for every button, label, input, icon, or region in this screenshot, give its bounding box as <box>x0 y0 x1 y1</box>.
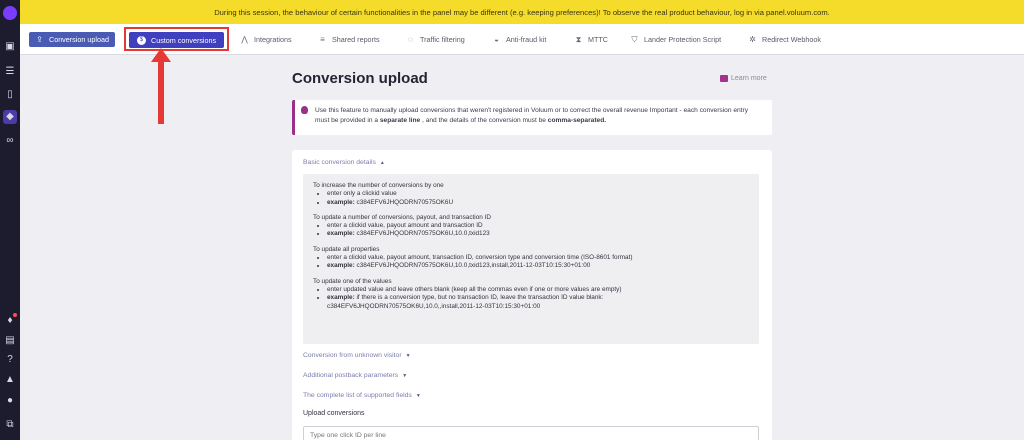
detail-bullet: example: c384EFV6JHQODRN70575OK6U,10.0,t… <box>327 262 749 270</box>
bullet-label: example: <box>327 198 355 206</box>
postback-params-toggle[interactable]: Additional postback parameters ▼ <box>303 372 407 379</box>
basic-details-box: To increase the number of conversions by… <box>303 174 759 344</box>
detail-bullet: example: c384EFV6JHQODRN70575OK6U <box>327 199 749 207</box>
dashboard-icon[interactable]: ▣ <box>3 40 17 54</box>
tab-label: Lander Protection Script <box>644 35 722 44</box>
unknown-visitor-toggle[interactable]: Conversion from unknown visitor ▼ <box>303 352 411 359</box>
link-icon[interactable]: ∞ <box>3 134 17 148</box>
bullet-text: enter only a clickid value <box>327 190 397 198</box>
learn-more-label: Learn more <box>731 75 767 82</box>
section-label: Conversion from unknown visitor <box>303 352 402 359</box>
bullet-text: c384EFV6JHQODRN70575OK6U,10.0,txid123 <box>354 230 490 238</box>
bullet-label: example: <box>327 230 355 238</box>
webhook-icon: ✲ <box>749 35 756 44</box>
detail-group: To update one of the values enter update… <box>313 278 749 311</box>
bullet-text: c384EFV6JHQODRN70575OK6U <box>354 198 454 206</box>
detail-bullet: enter a clickid value, payout amount and… <box>327 222 749 230</box>
book-icon <box>720 75 728 82</box>
detail-heading: To update a number of conversions, payou… <box>313 213 491 221</box>
bullet-label: example: <box>327 294 355 302</box>
bullet-text: enter updated value and leave others bla… <box>327 285 622 293</box>
tab-label: Traffic filtering <box>420 35 465 44</box>
lightbulb-icon <box>301 106 308 114</box>
hourglass-icon: ⧗ <box>575 35 582 44</box>
bullet-text: c384EFV6JHQODRN70575OK6U,10.0,txid123,in… <box>354 262 591 270</box>
upload-conversions-input[interactable] <box>303 426 759 440</box>
help-icon[interactable]: ? <box>3 353 17 367</box>
share-icon: ⋀ <box>241 35 248 44</box>
tab-shared-reports[interactable]: ≡ Shared reports <box>318 32 380 47</box>
detail-heading: To update all properties <box>313 245 380 253</box>
chat-icon[interactable]: ▤ <box>3 334 17 348</box>
bullet-label: example: <box>327 262 355 270</box>
detail-heading: To increase the number of conversions by… <box>313 182 444 189</box>
tab-label: MTTC <box>588 35 608 44</box>
detail-group: To update all properties enter a clickid… <box>313 246 749 271</box>
tab-conversion-upload[interactable]: ⇪ Conversion upload <box>29 32 115 47</box>
shield-icon: ⛉ <box>631 35 638 44</box>
chevron-down-icon: ▼ <box>402 372 408 379</box>
page-title: Conversion upload <box>292 70 428 87</box>
reports-icon[interactable]: ☰ <box>3 65 17 79</box>
tab-label: Shared reports <box>332 35 380 44</box>
bookmark-icon[interactable]: ▯ <box>3 88 17 102</box>
detail-bullet: example: if there is a conversion type, … <box>327 294 749 311</box>
filter-icon: ◌ <box>408 35 413 44</box>
app-root: ▣ ☰ ▯ ◆ ∞ ♦ ▤ ? ▲ ● ⧉ During this sessio… <box>0 0 1024 440</box>
tab-label: Anti-fraud kit <box>506 35 547 44</box>
bullet-text: enter a clickid value, payout amount, tr… <box>327 254 633 262</box>
conversions-icon[interactable]: ◆ <box>3 110 17 124</box>
banner-text: During this session, the behaviour of ce… <box>214 7 830 17</box>
car-icon: ◒ <box>494 35 499 44</box>
chevron-up-icon: ▲ <box>379 159 385 166</box>
learn-more-link[interactable]: Learn more <box>720 75 767 82</box>
section-label: The complete list of supported fields <box>303 392 412 399</box>
detail-heading: To update one of the values <box>313 277 392 285</box>
demo-session-banner: During this session, the behaviour of ce… <box>20 0 1024 24</box>
warning-icon[interactable]: ▲ <box>3 373 17 387</box>
section-label: Additional postback parameters <box>303 372 399 379</box>
detail-bullet: example: c384EFV6JHQODRN70575OK6U,10.0,t… <box>327 230 749 238</box>
tab-redirect-webhook[interactable]: ✲ Redirect Webhook <box>748 32 821 47</box>
section-label: Basic conversion details <box>303 159 376 166</box>
tab-label: Redirect Webhook <box>762 35 821 44</box>
highlight-rectangle <box>124 27 229 51</box>
tab-mttc[interactable]: ⧗ MTTC <box>574 32 608 47</box>
voluum-logo[interactable] <box>3 6 17 20</box>
basic-details-toggle[interactable]: Basic conversion details ▲ <box>303 159 385 166</box>
tab-traffic-filtering[interactable]: ◌ Traffic filtering <box>406 32 465 47</box>
left-sidebar: ▣ ☰ ▯ ◆ ∞ ♦ ▤ ? ▲ ● ⧉ <box>0 0 20 440</box>
info-bold-text: separate line <box>379 117 421 124</box>
upload-panel: Basic conversion details ▲ To increase t… <box>292 150 772 440</box>
chevron-down-icon: ▼ <box>405 352 411 359</box>
info-bold-text: comma-separated. <box>547 117 607 124</box>
expand-icon[interactable]: ⧉ <box>3 418 17 432</box>
tab-anti-fraud-kit[interactable]: ◒ Anti-fraud kit <box>492 32 546 47</box>
detail-group: To update a number of conversions, payou… <box>313 214 749 239</box>
tab-lander-protection-script[interactable]: ⛉ Lander Protection Script <box>630 32 722 47</box>
bullet-text: if there is a conversion type, but no tr… <box>327 294 604 310</box>
bullet-text: enter a clickid value, payout amount and… <box>327 222 483 230</box>
notification-dot <box>13 313 17 317</box>
detail-bullet: enter updated value and leave others bla… <box>327 286 749 294</box>
chevron-down-icon: ▼ <box>415 392 421 399</box>
info-text: , and the details of the conversion must… <box>420 117 548 124</box>
user-icon[interactable]: ● <box>3 394 17 408</box>
supported-fields-toggle[interactable]: The complete list of supported fields ▼ <box>303 392 421 399</box>
tab-integrations[interactable]: ⋀ Integrations <box>240 32 292 47</box>
tab-label: Conversion upload <box>49 35 109 44</box>
detail-bullet: enter only a clickid value <box>327 190 749 198</box>
upload-conversions-label: Upload conversions <box>303 410 365 417</box>
red-arrow-annotation <box>151 48 171 124</box>
tab-label: Integrations <box>254 35 292 44</box>
detail-bullet: enter a clickid value, payout amount, tr… <box>327 254 749 262</box>
report-icon: ≡ <box>320 35 325 44</box>
upload-icon: ⇪ <box>36 35 43 44</box>
detail-group: To increase the number of conversions by… <box>313 182 749 207</box>
info-callout: Use this feature to manually upload conv… <box>292 100 772 135</box>
